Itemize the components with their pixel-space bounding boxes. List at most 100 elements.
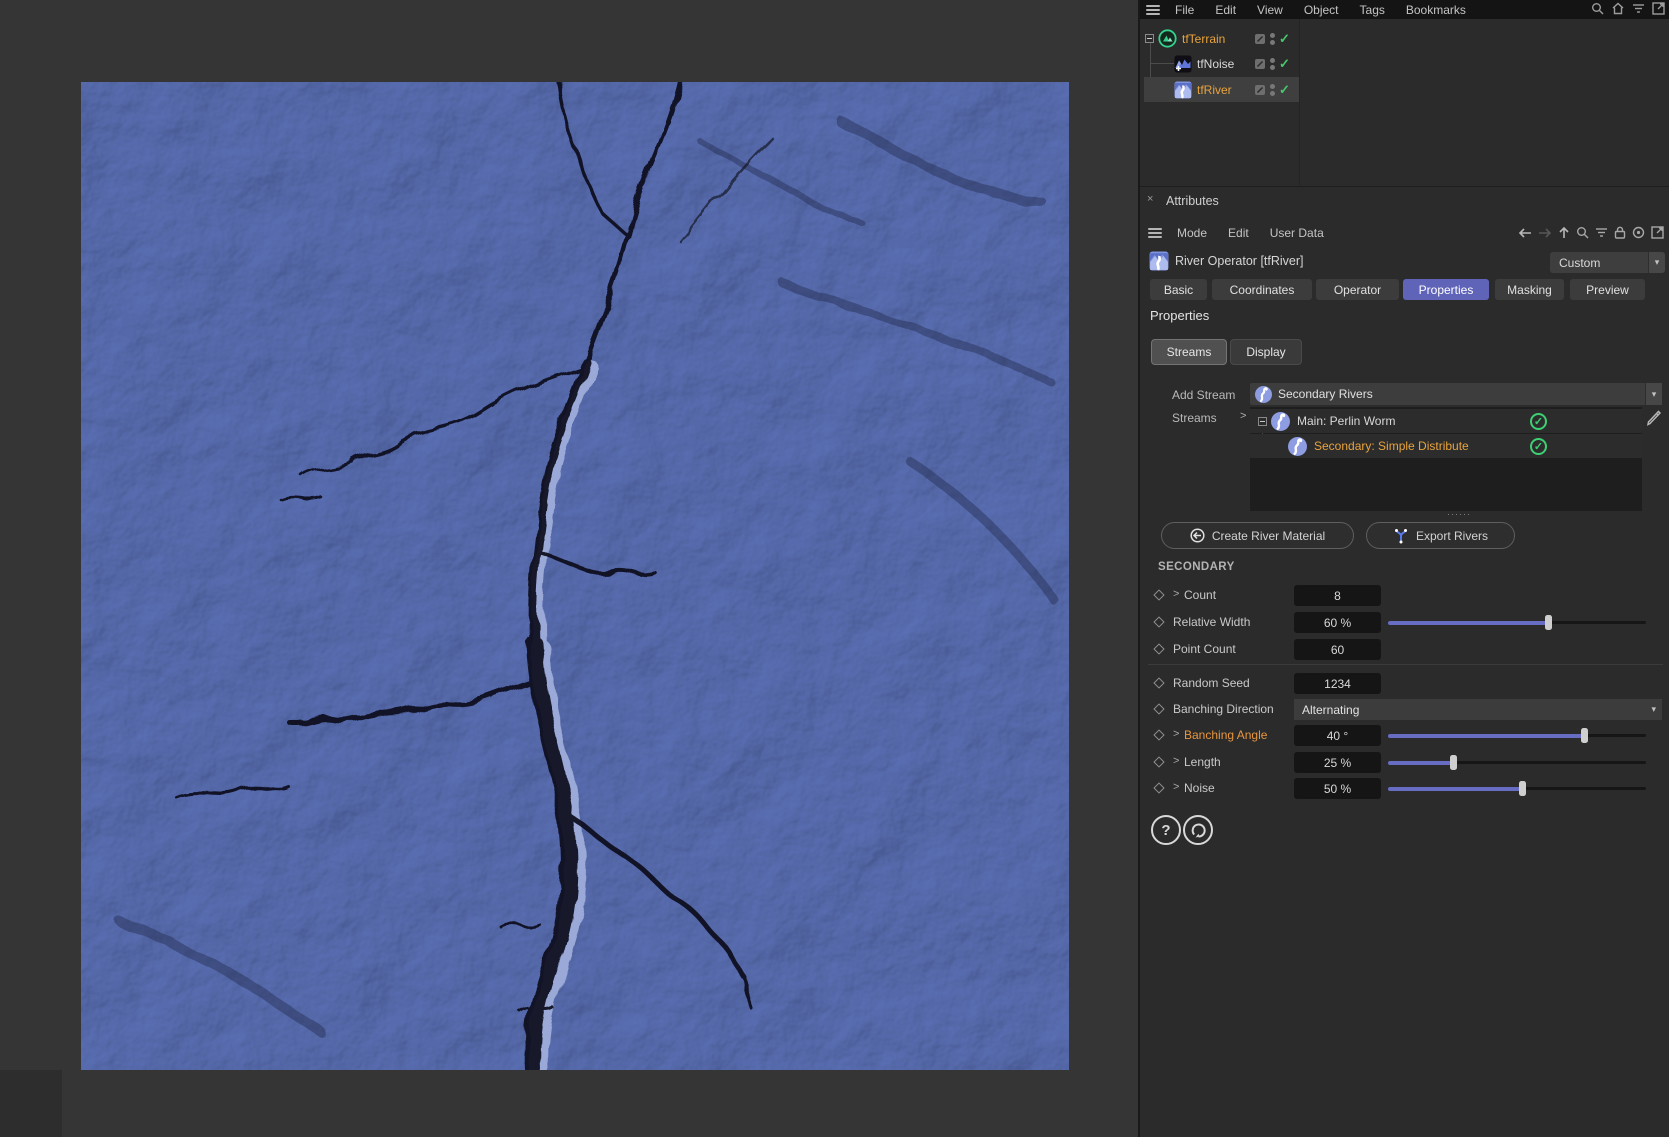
up-arrow-icon[interactable] <box>1558 226 1570 239</box>
param-label: Noise <box>1184 781 1215 795</box>
tab-masking[interactable]: Masking <box>1495 279 1564 300</box>
stream-enabled-check-icon[interactable]: ✓ <box>1530 412 1547 430</box>
count-input[interactable]: 8 <box>1294 585 1381 606</box>
layer-dots-icon[interactable] <box>1270 32 1275 45</box>
lock-icon[interactable] <box>1614 226 1626 239</box>
banching-angle-input[interactable]: 40 ° <box>1294 725 1381 746</box>
back-arrow-icon[interactable] <box>1518 227 1532 239</box>
menu-hamburger-icon[interactable] <box>1146 4 1160 15</box>
keyframe-diamond-icon[interactable] <box>1153 677 1165 689</box>
add-stream-dropdown[interactable]: Secondary Rivers ▾ <box>1250 383 1662 405</box>
keyframe-diamond-icon[interactable] <box>1153 782 1165 794</box>
object-row-tfnoise[interactable]: tfNoise ✓ <box>1144 51 1669 76</box>
reset-button[interactable] <box>1183 815 1213 845</box>
attributes-title: Attributes <box>1166 194 1219 208</box>
chevron-down-icon[interactable]: ▾ <box>1648 252 1665 273</box>
layer-dots-icon[interactable] <box>1270 83 1275 96</box>
collapse-expander-icon[interactable] <box>1258 416 1267 426</box>
create-river-material-button[interactable]: Create River Material <box>1161 522 1354 549</box>
tab-coordinates[interactable]: Coordinates <box>1212 279 1312 300</box>
noise-input[interactable]: 50 % <box>1294 778 1381 799</box>
menu-tags[interactable]: Tags <box>1358 3 1387 17</box>
point-count-input[interactable]: 60 <box>1294 639 1381 660</box>
stream-enabled-check-icon[interactable]: ✓ <box>1530 437 1547 455</box>
tab-basic[interactable]: Basic <box>1150 279 1207 300</box>
stream-label[interactable]: Main: Perlin Worm <box>1297 414 1395 428</box>
tree-row-main-stream[interactable]: Main: Perlin Worm ✓ <box>1250 409 1642 433</box>
filter-icon[interactable] <box>1595 227 1608 238</box>
keyframe-diamond-icon[interactable] <box>1153 643 1165 655</box>
pick-pencil-icon[interactable] <box>1645 409 1662 433</box>
stream-label[interactable]: Secondary: Simple Distribute <box>1314 439 1469 453</box>
keyframe-diamond-icon[interactable] <box>1153 756 1165 768</box>
tfnoise-icon <box>1174 55 1192 72</box>
object-label[interactable]: tfNoise <box>1197 57 1234 71</box>
streams-tree[interactable]: Main: Perlin Worm ✓ Secondary: Simple Di… <box>1250 407 1642 511</box>
menu-object[interactable]: Object <box>1302 3 1341 17</box>
menu-mode[interactable]: Mode <box>1175 226 1209 240</box>
streams-chevron-icon[interactable]: > <box>1240 410 1246 422</box>
export-rivers-button[interactable]: Export Rivers <box>1366 522 1515 549</box>
edit-toggle-icon[interactable] <box>1254 33 1266 45</box>
keyframe-diamond-icon[interactable] <box>1153 729 1165 741</box>
layer-dots-icon[interactable] <box>1270 57 1275 70</box>
menu-edit-attr[interactable]: Edit <box>1226 226 1251 240</box>
noise-slider[interactable] <box>1388 777 1646 800</box>
search-icon[interactable] <box>1591 2 1604 15</box>
length-slider[interactable] <box>1388 751 1646 774</box>
preset-value: Custom <box>1559 255 1601 270</box>
menu-bookmarks[interactable]: Bookmarks <box>1404 3 1468 17</box>
stream-type-icon <box>1255 385 1272 403</box>
popout-icon[interactable] <box>1652 2 1665 15</box>
relative-width-slider[interactable] <box>1388 611 1646 634</box>
home-icon[interactable] <box>1611 2 1625 15</box>
menu-user-data[interactable]: User Data <box>1268 226 1326 240</box>
popout-icon[interactable] <box>1651 226 1664 239</box>
expand-chevron-icon[interactable]: > <box>1173 755 1179 767</box>
banching-direction-dropdown[interactable]: Alternating ▾ <box>1294 699 1662 720</box>
expand-chevron-icon[interactable]: > <box>1173 588 1179 600</box>
random-seed-input[interactable]: 1234 <box>1294 673 1381 694</box>
app-window: File Edit View Object Tags Bookmarks tfT <box>0 0 1669 1137</box>
tab-preview[interactable]: Preview <box>1570 279 1645 300</box>
keyframe-diamond-icon[interactable] <box>1153 703 1165 715</box>
edit-toggle-icon[interactable] <box>1254 84 1266 96</box>
viewport-3d[interactable] <box>0 0 1138 1137</box>
target-icon[interactable] <box>1632 226 1645 239</box>
close-icon[interactable]: × <box>1147 193 1153 205</box>
tree-resize-handle[interactable]: ······ <box>1447 509 1471 519</box>
edit-toggle-icon[interactable] <box>1254 58 1266 70</box>
tree-row-secondary-stream[interactable]: Secondary: Simple Distribute ✓ <box>1250 434 1642 458</box>
length-input[interactable]: 25 % <box>1294 752 1381 773</box>
tab-properties[interactable]: Properties <box>1403 279 1489 300</box>
enabled-check-icon[interactable]: ✓ <box>1279 31 1290 47</box>
banching-angle-slider[interactable] <box>1388 724 1646 747</box>
tab-operator[interactable]: Operator <box>1316 279 1399 300</box>
keyframe-diamond-icon[interactable] <box>1153 616 1165 628</box>
relative-width-input[interactable]: 60 % <box>1294 612 1381 633</box>
search-icon[interactable] <box>1576 226 1589 239</box>
collapse-expander-icon[interactable] <box>1145 34 1154 43</box>
forward-arrow-icon[interactable] <box>1538 227 1552 239</box>
chevron-down-icon[interactable]: ▾ <box>1645 383 1662 405</box>
preset-dropdown[interactable]: Custom ▾ <box>1550 252 1665 273</box>
filter-icon[interactable] <box>1632 3 1645 14</box>
enabled-check-icon[interactable]: ✓ <box>1279 82 1290 98</box>
object-label[interactable]: tfTerrain <box>1182 32 1225 46</box>
expand-chevron-icon[interactable]: > <box>1173 781 1179 793</box>
attributes-hamburger-icon[interactable] <box>1148 227 1162 238</box>
help-button[interactable]: ? <box>1151 815 1181 845</box>
divider <box>1140 186 1669 187</box>
menu-file[interactable]: File <box>1173 3 1196 17</box>
enabled-check-icon[interactable]: ✓ <box>1279 56 1290 72</box>
menu-edit[interactable]: Edit <box>1213 3 1238 17</box>
menu-view[interactable]: View <box>1255 3 1285 17</box>
subtab-streams[interactable]: Streams <box>1151 339 1227 365</box>
keyframe-diamond-icon[interactable] <box>1153 589 1165 601</box>
subtab-display[interactable]: Display <box>1230 339 1302 365</box>
object-row-tfriver[interactable]: tfRiver ✓ <box>1144 77 1299 102</box>
object-row-tfterrain[interactable]: tfTerrain ✓ <box>1144 26 1669 51</box>
object-label[interactable]: tfRiver <box>1197 83 1232 97</box>
expand-chevron-icon[interactable]: > <box>1173 728 1179 740</box>
question-icon: ? <box>1161 821 1171 839</box>
